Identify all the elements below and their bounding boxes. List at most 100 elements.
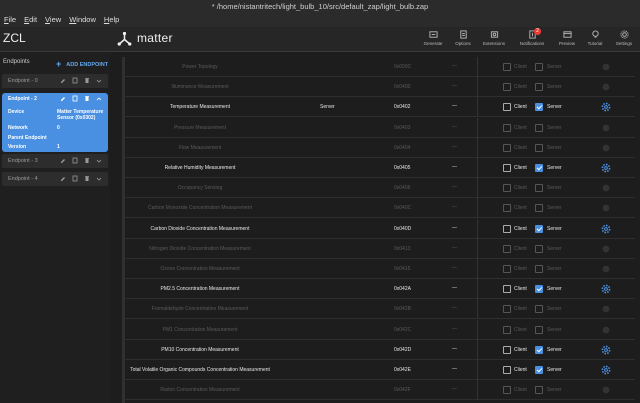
gear-icon[interactable]: [601, 183, 611, 193]
endpoint-2-card[interactable]: Endpoint - 2 Device Matter Temperature S…: [2, 93, 108, 152]
gear-icon[interactable]: [601, 345, 611, 355]
gear-icon[interactable]: [601, 143, 611, 153]
copy-icon[interactable]: [72, 95, 78, 102]
gear-icon[interactable]: [601, 244, 611, 254]
client-checkbox[interactable]: [503, 123, 511, 132]
client-checkbox[interactable]: [503, 366, 511, 374]
endpoint-4-card[interactable]: Endpoint - 4: [2, 172, 108, 186]
client-checkbox[interactable]: [503, 224, 511, 233]
server-checkbox[interactable]: [535, 366, 543, 374]
server-checkbox[interactable]: [535, 305, 543, 314]
gear-icon[interactable]: [601, 325, 611, 335]
edit-icon[interactable]: [60, 77, 66, 84]
column-divider: [477, 178, 478, 199]
extensions-button[interactable]: Extensions: [480, 30, 508, 46]
delete-icon[interactable]: [84, 157, 90, 164]
endpoint-3-card[interactable]: Endpoint - 3: [2, 154, 108, 168]
server-checkbox[interactable]: [535, 83, 543, 92]
menu-item[interactable]: View: [45, 13, 61, 27]
delete-icon[interactable]: [84, 95, 90, 102]
add-endpoint-button[interactable]: + ADD ENDPOINT: [56, 58, 108, 69]
edit-icon[interactable]: [60, 95, 66, 102]
menu-item[interactable]: Help: [104, 13, 119, 27]
server-checkbox[interactable]: [535, 224, 543, 233]
endpoint-0-card[interactable]: Endpoint - 0: [2, 74, 108, 88]
edit-icon[interactable]: [60, 175, 66, 182]
client-checkbox[interactable]: [503, 83, 511, 92]
preview-button[interactable]: Preview: [553, 30, 581, 46]
gear-icon[interactable]: [601, 62, 611, 72]
gear-icon[interactable]: [601, 82, 611, 92]
server-checkbox[interactable]: [535, 265, 543, 273]
client-checkbox[interactable]: [503, 386, 511, 395]
server-checkbox[interactable]: [535, 184, 543, 193]
server-checkbox[interactable]: [535, 123, 543, 132]
server-checkbox[interactable]: [535, 103, 543, 112]
gear-icon[interactable]: [601, 224, 611, 234]
chevron-down-icon[interactable]: [96, 77, 102, 84]
notifications-button[interactable]: 2 Notifications: [518, 28, 546, 46]
gear-icon[interactable]: [601, 203, 611, 213]
menu-label: indow: [76, 15, 96, 24]
table-row: Occupancy Sensing 0x0406 — Client Server: [125, 178, 635, 199]
gear-icon[interactable]: [601, 102, 611, 112]
cluster-name: PM1 Concentration Measurement: [162, 326, 238, 333]
menu-item[interactable]: File: [4, 13, 16, 27]
cluster-name: Illuminance Measurement: [171, 84, 229, 91]
table-row: Carbon Monoxide Concentration Measuremen…: [125, 198, 635, 219]
edit-icon[interactable]: [60, 157, 66, 164]
gear-icon[interactable]: [601, 264, 611, 274]
tutorial-button[interactable]: Tutorial: [581, 30, 609, 46]
options-button[interactable]: Options: [449, 30, 477, 46]
client-checkbox[interactable]: [503, 63, 511, 71]
cluster-code: 0x042D: [394, 346, 412, 353]
menu-label: dit: [29, 15, 38, 24]
server-checkbox[interactable]: [535, 386, 543, 395]
client-checkbox[interactable]: [503, 103, 511, 112]
client-checkbox[interactable]: [503, 345, 511, 354]
server-checkbox[interactable]: [535, 325, 543, 334]
table-row: Flow Measurement 0x0404 — Client Server: [125, 137, 635, 158]
gear-icon[interactable]: [601, 365, 611, 375]
server-checkbox[interactable]: [535, 143, 543, 152]
settings-button[interactable]: Settings: [610, 30, 638, 46]
generate-button[interactable]: Generate: [419, 30, 447, 46]
server-checkbox[interactable]: [535, 285, 543, 294]
client-checkbox[interactable]: [503, 244, 511, 253]
chevron-down-icon[interactable]: [96, 157, 102, 164]
client-checkbox[interactable]: [503, 204, 511, 213]
table-row: PM1 Concentration Measurement 0x042C — Clie…: [125, 319, 635, 340]
delete-icon[interactable]: [84, 175, 90, 182]
copy-icon[interactable]: [72, 175, 78, 182]
server-checkbox[interactable]: [535, 244, 543, 253]
client-checkbox[interactable]: [503, 164, 511, 172]
server-checkbox[interactable]: [535, 345, 543, 354]
gear-icon[interactable]: [601, 385, 611, 395]
gear-icon[interactable]: [601, 284, 611, 294]
copy-icon[interactable]: [72, 157, 78, 164]
client-checkbox[interactable]: [503, 265, 511, 273]
server-checkbox[interactable]: [535, 63, 543, 71]
client-checkbox[interactable]: [503, 285, 511, 294]
cluster-name: Radon Concentration Measurement: [160, 387, 240, 394]
server-checkbox[interactable]: [535, 204, 543, 213]
copy-icon[interactable]: [72, 77, 78, 84]
server-checkbox[interactable]: [535, 164, 543, 172]
client-checkbox[interactable]: [503, 305, 511, 314]
gear-icon[interactable]: [601, 123, 611, 133]
menu-item[interactable]: Edit: [24, 13, 37, 27]
client-checkbox[interactable]: [503, 143, 511, 152]
server-label: Server: [547, 124, 562, 131]
menu-item[interactable]: Window: [69, 13, 96, 27]
cluster-code: 0x040C: [394, 205, 412, 212]
client-label: Client: [514, 165, 527, 171]
client-checkbox[interactable]: [503, 184, 511, 193]
server-label: Server: [547, 144, 562, 151]
chevron-up-icon[interactable]: [96, 95, 102, 102]
delete-icon[interactable]: [84, 77, 90, 84]
chevron-down-icon[interactable]: [96, 175, 102, 182]
gear-icon[interactable]: [601, 163, 611, 173]
zcl-label: ZCL: [3, 31, 26, 45]
client-checkbox[interactable]: [503, 325, 511, 334]
gear-icon[interactable]: [601, 304, 611, 314]
